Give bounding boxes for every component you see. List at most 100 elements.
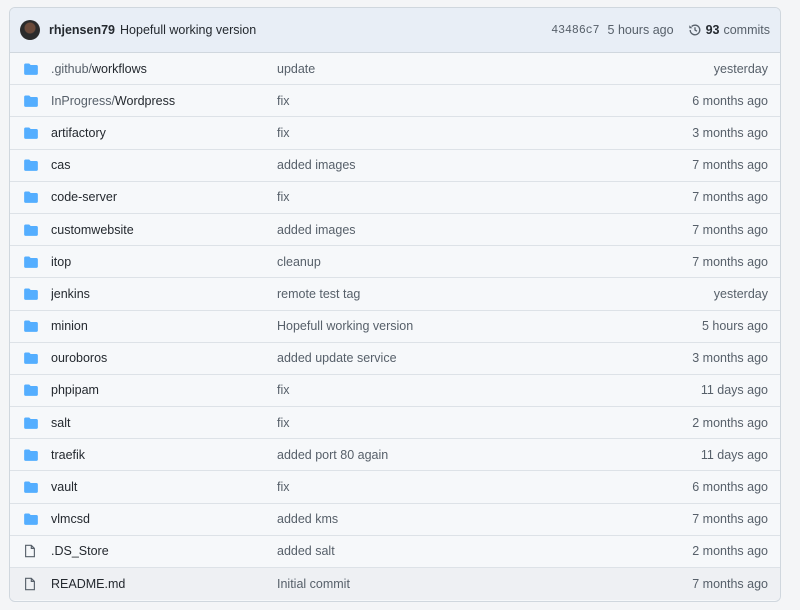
file-row[interactable]: phpipam fix 11 days ago bbox=[10, 374, 780, 408]
file-name-link[interactable]: traefik bbox=[51, 448, 277, 462]
file-name-link[interactable]: ouroboros bbox=[51, 351, 277, 365]
file-row[interactable]: code-server fix 7 months ago bbox=[10, 181, 780, 214]
file-row[interactable]: README.md Initial commit 7 months ago bbox=[10, 568, 780, 601]
folder-icon bbox=[24, 449, 38, 461]
commit-age: 7 months ago bbox=[692, 512, 768, 527]
folder-icon bbox=[24, 417, 38, 429]
commit-message-link[interactable]: remote test tag bbox=[277, 287, 714, 301]
commit-time: 5 hours ago bbox=[607, 23, 674, 37]
file-name: Wordpress bbox=[114, 93, 176, 108]
file-name: phpipam bbox=[51, 383, 99, 398]
file-row[interactable]: minion Hopefull working version 5 hours ag… bbox=[10, 310, 780, 343]
file-name: vlmcsd bbox=[51, 512, 90, 527]
commit-message-link[interactable]: added kms bbox=[277, 512, 692, 526]
commit-message-link[interactable]: added update service bbox=[277, 351, 692, 365]
commit-age: 6 months ago bbox=[692, 93, 768, 108]
file-name-link[interactable]: salt bbox=[51, 416, 277, 430]
file-name-link[interactable]: customwebsite bbox=[51, 223, 277, 237]
file-row[interactable]: itop cleanup 7 months ago bbox=[10, 246, 780, 279]
commit-message-link[interactable]: Hopefull working version bbox=[277, 319, 702, 333]
file-name-link[interactable]: .DS_Store bbox=[51, 544, 277, 558]
folder-icon bbox=[24, 320, 38, 332]
history-icon bbox=[688, 24, 700, 36]
folder-icon bbox=[24, 159, 38, 171]
commit-age: 3 months ago bbox=[692, 125, 768, 140]
folder-icon bbox=[24, 256, 38, 268]
commit-age: 11 days ago bbox=[700, 447, 768, 462]
commits-history-link[interactable]: 93 commits bbox=[688, 23, 770, 37]
folder-icon bbox=[24, 513, 38, 526]
path-prefix: InProgress/ bbox=[51, 93, 115, 108]
file-name-link[interactable]: code-server bbox=[51, 190, 277, 204]
commit-age: 7 months ago bbox=[692, 190, 768, 205]
commit-age: 7 months ago bbox=[692, 158, 768, 173]
commit-age: 7 months ago bbox=[692, 254, 768, 269]
file-row[interactable]: jenkins remote test tag yesterday bbox=[10, 278, 780, 311]
commit-message-link[interactable]: fix bbox=[277, 94, 692, 108]
folder-icon bbox=[24, 384, 38, 397]
commit-message[interactable]: Hopefull working version bbox=[120, 23, 256, 37]
commit-message-link[interactable]: fix bbox=[277, 126, 692, 140]
commit-message-link[interactable]: added port 80 again bbox=[277, 448, 701, 462]
file-row[interactable]: .DS_Store added salt 2 months ago bbox=[10, 535, 780, 568]
file-name-link[interactable]: InProgress/Wordpress bbox=[51, 94, 277, 108]
commit-author[interactable]: rhjensen79 bbox=[49, 23, 115, 37]
folder-icon bbox=[24, 288, 38, 300]
file-row[interactable]: .github/workflows update yesterday bbox=[10, 53, 780, 86]
commits-label: commits bbox=[723, 23, 770, 37]
commit-sha[interactable]: 43486c7 bbox=[551, 24, 599, 37]
file-row[interactable]: customwebsite added images 7 months ago bbox=[10, 213, 780, 247]
file-row[interactable]: traefik added port 80 again 11 days ago bbox=[10, 439, 780, 472]
commits-count: 93 bbox=[705, 23, 720, 37]
folder-icon bbox=[24, 127, 38, 139]
file-row[interactable]: cas added images 7 months ago bbox=[10, 149, 780, 182]
folder-icon bbox=[24, 95, 38, 107]
commit-message-link[interactable]: update bbox=[277, 62, 714, 76]
file-list: .github/workflows update yesterday InProgre… bbox=[10, 53, 780, 601]
file-name: code-server bbox=[51, 190, 117, 205]
file-row[interactable]: artifactory fix 3 months ago bbox=[10, 117, 780, 150]
file-name-link[interactable]: minion bbox=[51, 319, 277, 333]
commit-message-link[interactable]: fix bbox=[277, 383, 701, 397]
file-name-link[interactable]: vlmcsd bbox=[51, 512, 277, 526]
file-name-link[interactable]: vault bbox=[51, 480, 277, 494]
commit-message-link[interactable]: added salt bbox=[277, 544, 692, 558]
file-icon bbox=[24, 577, 38, 591]
file-name-link[interactable]: artifactory bbox=[51, 126, 277, 140]
file-name-link[interactable]: .github/workflows bbox=[51, 62, 277, 76]
file-name-link[interactable]: cas bbox=[51, 158, 277, 172]
file-name-link[interactable]: phpipam bbox=[51, 383, 277, 397]
folder-icon bbox=[24, 224, 38, 236]
file-name-link[interactable]: README.md bbox=[51, 577, 277, 591]
commit-message-link[interactable]: added images bbox=[277, 158, 692, 172]
file-name: cas bbox=[51, 158, 71, 173]
commit-message-link[interactable]: cleanup bbox=[277, 255, 692, 269]
file-name-link[interactable]: jenkins bbox=[51, 287, 277, 301]
commit-message-link[interactable]: added images bbox=[277, 223, 692, 237]
commit-age: 3 months ago bbox=[692, 351, 768, 366]
file-name: customwebsite bbox=[51, 222, 134, 237]
file-row[interactable]: InProgress/Wordpress fix 6 months ago bbox=[10, 85, 780, 118]
commit-age: 11 days ago bbox=[700, 383, 768, 398]
file-row[interactable]: salt fix 2 months ago bbox=[10, 407, 780, 440]
file-name: minion bbox=[51, 319, 88, 334]
file-icon bbox=[24, 544, 38, 558]
commit-message-link[interactable]: Initial commit bbox=[277, 577, 692, 591]
commit-message-link[interactable]: fix bbox=[277, 480, 692, 494]
file-name-link[interactable]: itop bbox=[51, 255, 277, 269]
file-row[interactable]: vault fix 6 months ago bbox=[10, 471, 780, 504]
commit-age: 7 months ago bbox=[692, 222, 768, 237]
commit-age: 6 months ago bbox=[692, 480, 768, 495]
file-row[interactable]: vlmcsd added kms 7 months ago bbox=[10, 503, 780, 536]
folder-icon bbox=[24, 352, 38, 365]
commit-age: yesterday bbox=[713, 286, 768, 301]
file-name: .DS_Store bbox=[51, 544, 109, 559]
file-row[interactable]: ouroboros added update service 3 months ag… bbox=[10, 342, 780, 375]
commit-age: 5 hours ago bbox=[701, 319, 768, 334]
avatar[interactable] bbox=[20, 20, 40, 40]
file-name: workflows bbox=[92, 61, 147, 76]
commit-age: yesterday bbox=[713, 61, 768, 76]
commit-message-link[interactable]: fix bbox=[277, 416, 692, 430]
file-name: README.md bbox=[51, 577, 126, 592]
commit-message-link[interactable]: fix bbox=[277, 190, 692, 204]
